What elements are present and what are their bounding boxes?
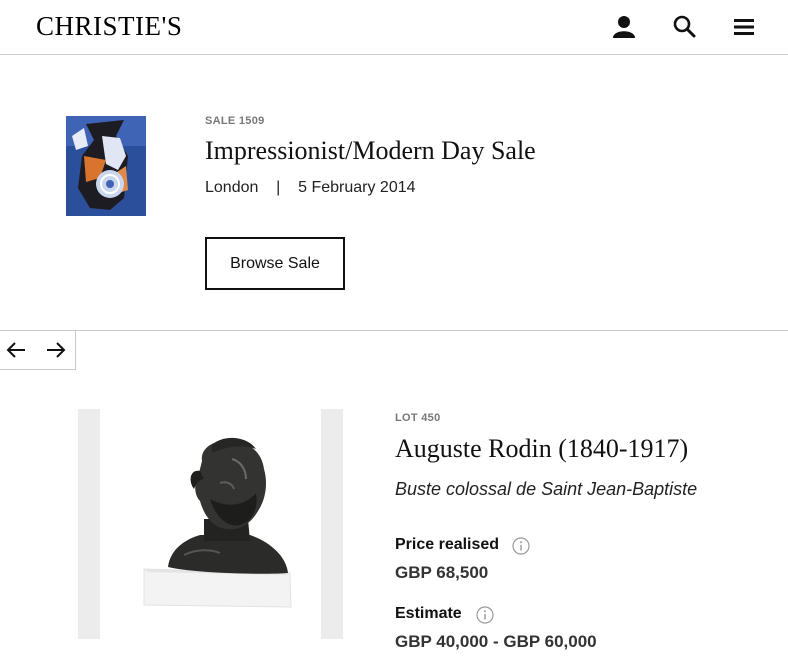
sale-thumbnail[interactable] [66,116,146,216]
lot-subtitle: Buste colossal de Saint Jean-Baptiste [395,479,698,499]
account-icon[interactable] [611,14,637,40]
sale-location: London [205,179,259,196]
christies-logo[interactable]: CHRISTIE'S [36,11,182,42]
sale-number: SALE 1509 [205,115,265,127]
sale-meta: London | 5 February 2014 [205,179,416,197]
browse-sale-button[interactable]: Browse Sale [205,237,345,290]
price-value: GBP 68,500 [395,563,489,582]
carousel-nav [0,331,76,370]
meta-separator: | [276,179,281,196]
section-divider [0,330,788,331]
price-label: Price realised [395,536,500,553]
info-icon[interactable] [476,606,494,624]
menu-icon[interactable] [732,14,758,40]
search-icon[interactable] [672,14,698,40]
lot-title[interactable]: Auguste Rodin (1840-1917) [395,434,688,464]
estimate-value: GBP 40,000 - GBP 60,000 [395,632,597,651]
sale-date: 5 February 2014 [298,179,416,196]
info-icon[interactable] [512,537,530,555]
lot-image-frame [100,409,321,639]
lot-image[interactable] [78,409,343,639]
arrow-right-icon[interactable] [45,340,67,360]
estimate-label: Estimate [395,605,462,622]
arrow-left-icon[interactable] [5,340,27,360]
site-header: CHRISTIE'S [0,0,788,55]
sale-title[interactable]: Impressionist/Modern Day Sale [205,136,536,166]
lot-number: LOT 450 [395,412,441,424]
